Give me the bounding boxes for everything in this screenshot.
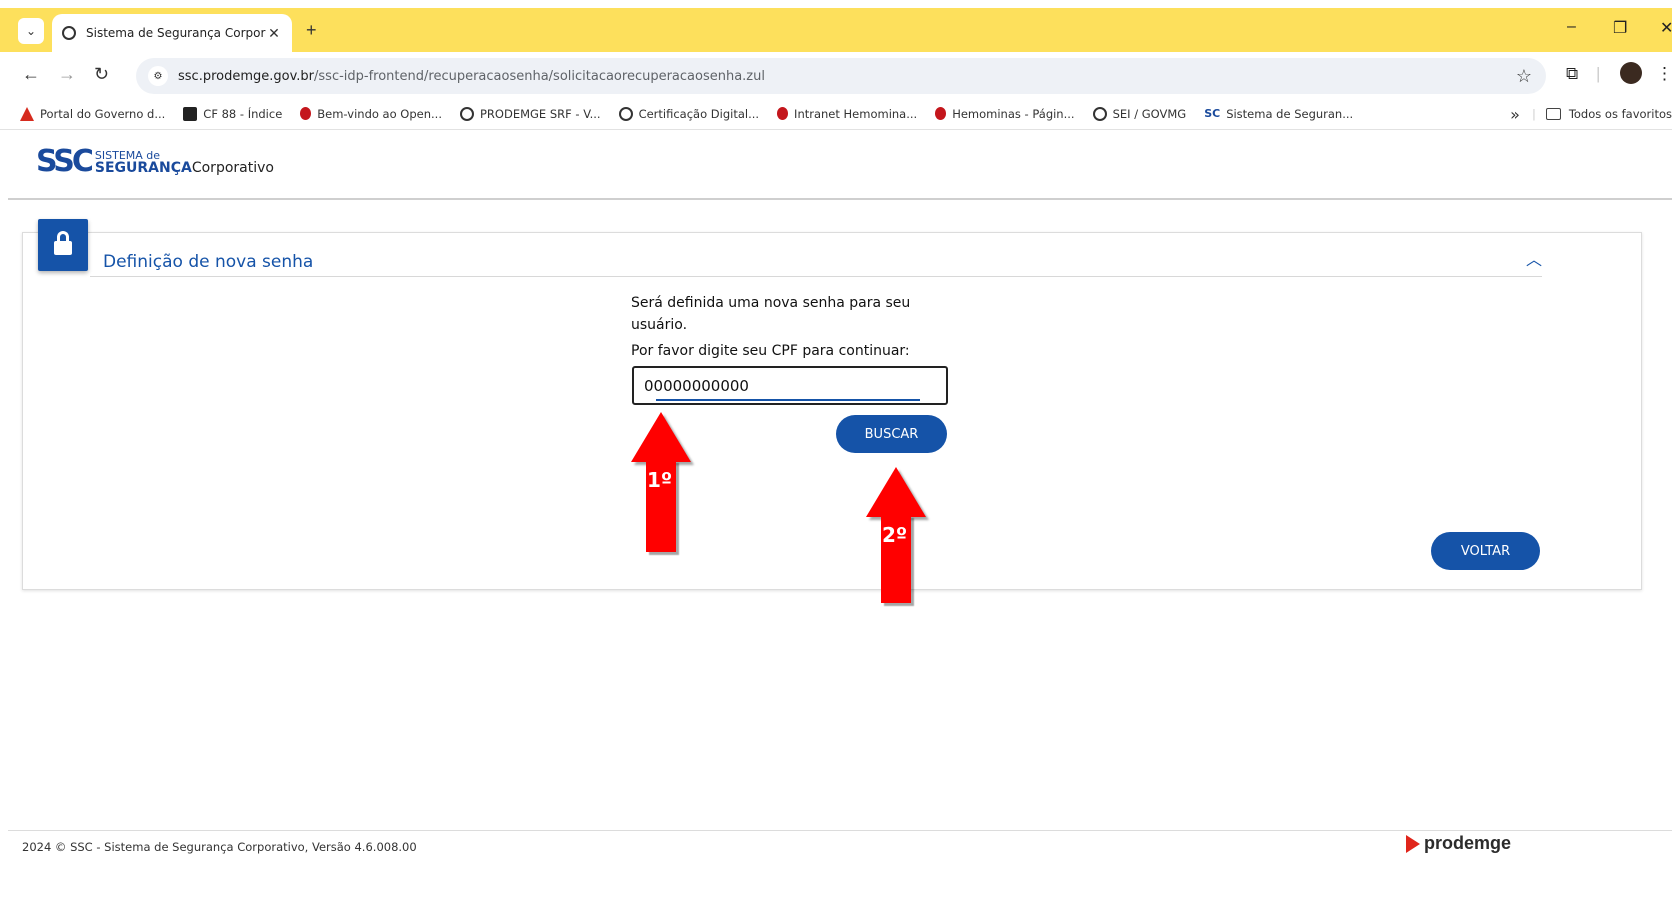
bookmark-label: Portal do Governo d... <box>40 106 166 121</box>
logo-mark: SSC <box>36 144 94 179</box>
bookmark-item[interactable]: Portal do Governo d... <box>20 106 166 121</box>
bookmark-star-icon[interactable]: ☆ <box>1516 66 1532 87</box>
panel-divider <box>90 276 1542 277</box>
close-tab-icon[interactable]: ✕ <box>266 25 282 42</box>
globe-icon <box>618 106 633 121</box>
collapse-chevron-up-icon[interactable]: ︿ <box>1526 246 1542 270</box>
back-arrow-icon[interactable]: ← <box>22 64 40 85</box>
restore-icon[interactable]: ❐ <box>1613 18 1627 38</box>
browser-tab-active[interactable]: Sistema de Segurança Corporat ✕ <box>52 14 292 52</box>
site-settings-icon[interactable]: ⚙ <box>148 66 168 86</box>
globe-icon <box>1092 106 1107 121</box>
bookmark-item[interactable]: Certificação Digital... <box>618 106 760 121</box>
footer-copyright: 2024 © SSC - Sistema de Segurança Corpor… <box>22 840 417 854</box>
new-tab-plus-icon[interactable]: + <box>306 20 317 41</box>
forward-arrow-icon[interactable]: → <box>58 64 76 85</box>
tab-search-chevron-icon[interactable]: ⌄ <box>18 18 44 44</box>
bookmark-label: Intranet Hemomina... <box>794 106 918 121</box>
book-icon <box>183 106 198 121</box>
globe-icon <box>459 106 474 121</box>
voltar-button[interactable]: VOLTAR <box>1431 532 1540 570</box>
logo-bold-text: SEGURANÇA <box>94 159 192 176</box>
bookmarks-overflow-button[interactable]: » <box>1510 105 1520 124</box>
drop-icon <box>935 107 947 120</box>
bookmark-label: Certificação Digital... <box>638 106 760 121</box>
bookmark-label: Sistema de Seguran... <box>1226 106 1354 121</box>
buscar-button[interactable]: BUSCAR <box>836 415 947 453</box>
bookmark-item[interactable]: SEI / GOVMG <box>1092 106 1187 121</box>
step1-label: 1º <box>647 468 673 492</box>
footer: 2024 © SSC - Sistema de Segurança Corpor… <box>8 830 1672 856</box>
prodemge-mark-icon <box>1406 834 1420 853</box>
bookmark-item[interactable]: Intranet Hemomina... <box>777 107 917 121</box>
url-path: /ssc-idp-frontend/recuperacaosenha/solic… <box>314 68 765 84</box>
bookmark-label: PRODEMGE SRF - V... <box>479 106 601 121</box>
cpf-form: Será definida uma nova senha para seu us… <box>631 292 951 362</box>
logo-rest-text: Corporativo <box>191 159 274 176</box>
profile-avatar[interactable] <box>1620 62 1642 84</box>
bookmark-item[interactable]: PRODEMGE SRF - V... <box>459 106 601 121</box>
url-host: ssc.prodemge.gov.br <box>178 68 315 84</box>
lock-icon <box>38 219 88 271</box>
app-header: SSC SISTEMA de SEGURANÇACorporativo <box>8 130 1672 200</box>
drop-icon <box>300 107 312 120</box>
bookmarks-divider: | <box>1531 107 1536 121</box>
browser-tab-bar: ⌄ Sistema de Segurança Corporat ✕ + – ❐ … <box>0 0 1672 52</box>
minimize-icon[interactable]: – <box>1567 18 1576 36</box>
reload-icon[interactable]: ↻ <box>94 64 109 85</box>
bookmark-item[interactable]: SC Sistema de Seguran... <box>1204 107 1353 121</box>
folder-icon <box>1545 108 1561 120</box>
panel-title: Definição de nova senha <box>103 252 314 272</box>
bookmarks-bar: Portal do Governo d... CF 88 - Índice Be… <box>0 98 1672 130</box>
menu-kebab-icon[interactable]: ⋮ <box>1656 64 1672 84</box>
ssc-icon: SC <box>1204 107 1221 120</box>
ssc-logo[interactable]: SSC SISTEMA de SEGURANÇACorporativo <box>36 144 274 179</box>
prodemge-name: prodemge <box>1424 833 1512 853</box>
password-reset-panel <box>22 232 1642 590</box>
step2-label: 2º <box>882 523 908 547</box>
extensions-puzzle-icon[interactable]: ⧉ <box>1566 64 1578 84</box>
bookmark-label: CF 88 - Índice <box>203 106 283 121</box>
bookmark-label: SEI / GOVMG <box>1112 106 1187 121</box>
globe-icon <box>62 26 76 40</box>
annotation-arrow-step2: 2º <box>866 467 928 607</box>
drop-icon <box>777 107 789 120</box>
bookmarks-right: » | Todos os favoritos <box>1510 98 1672 130</box>
toolbar-divider: | <box>1596 64 1601 83</box>
annotation-arrow-step1: 1º <box>631 412 693 552</box>
triangle-icon <box>20 106 34 121</box>
bookmark-item[interactable]: Hemominas - Págin... <box>935 106 1075 121</box>
bookmark-label: Hemominas - Págin... <box>952 106 1075 121</box>
prodemge-logo: prodemge <box>1406 833 1511 854</box>
address-bar[interactable]: ⚙ ssc.prodemge.gov.br/ssc-idp-frontend/r… <box>136 58 1546 94</box>
cpf-prompt: Por favor digite seu CPF para continuar: <box>631 343 910 359</box>
all-bookmarks-link[interactable]: Todos os favoritos <box>1569 107 1672 121</box>
browser-toolbar: ← → ↻ ⚙ ssc.prodemge.gov.br/ssc-idp-fron… <box>0 52 1672 98</box>
close-window-icon[interactable]: ✕ <box>1660 18 1672 38</box>
bookmark-label: Bem-vindo ao Open... <box>317 106 442 121</box>
tab-title: Sistema de Segurança Corporat <box>86 26 266 40</box>
bookmark-item[interactable]: CF 88 - Índice <box>183 106 283 121</box>
bookmark-item[interactable]: Bem-vindo ao Open... <box>300 107 442 121</box>
info-message: Será definida uma nova senha para seu us… <box>631 295 911 333</box>
input-focus-underline <box>656 399 920 401</box>
